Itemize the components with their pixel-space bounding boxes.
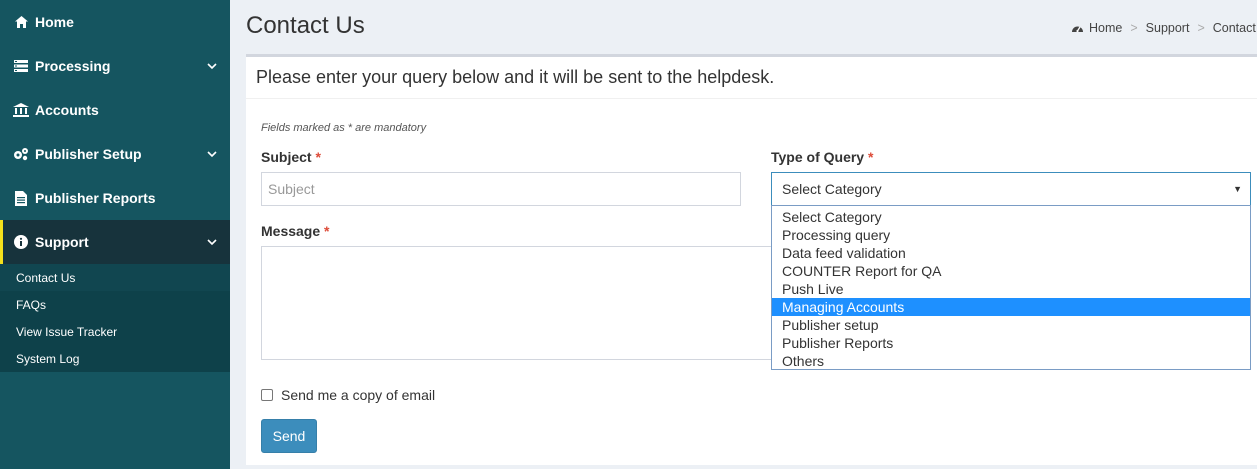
query-type-select[interactable]: Select Category ▼: [771, 172, 1251, 206]
sidebar-item-publisher-setup[interactable]: Publisher Setup: [0, 132, 230, 176]
dropdown-option[interactable]: COUNTER Report for QA: [772, 262, 1250, 280]
home-icon: [12, 14, 30, 30]
breadcrumb-separator: >: [1130, 21, 1138, 35]
subject-label-text: Subject: [261, 149, 312, 165]
subject-label: Subject *: [261, 149, 321, 165]
sidebar-item-label: Support: [35, 234, 89, 250]
file-text-icon: [12, 190, 30, 206]
submenu-item-contact-us[interactable]: Contact Us: [0, 264, 230, 291]
required-marker: *: [324, 223, 330, 239]
sidebar: Home Processing Accounts Publisher Setup…: [0, 0, 230, 469]
breadcrumb-home[interactable]: Home: [1089, 21, 1122, 35]
chevron-down-icon: [207, 239, 217, 246]
sidebar-item-label: Publisher Setup: [35, 146, 142, 162]
dropdown-option[interactable]: Publisher setup: [772, 316, 1250, 334]
dropdown-option[interactable]: Data feed validation: [772, 244, 1250, 262]
sidebar-item-accounts[interactable]: Accounts: [0, 88, 230, 132]
sidebar-item-home[interactable]: Home: [0, 0, 230, 44]
dropdown-option[interactable]: Processing query: [772, 226, 1250, 244]
list-icon: [12, 58, 30, 74]
dropdown-option[interactable]: Select Category: [772, 208, 1250, 226]
copy-email-label[interactable]: Send me a copy of email: [281, 387, 435, 403]
breadcrumb: Home > Support > Contact Us: [1071, 21, 1257, 35]
sidebar-item-label: Processing: [35, 58, 111, 74]
bank-icon: [12, 102, 30, 118]
support-submenu: Contact Us FAQs View Issue Tracker Syste…: [0, 264, 230, 372]
dropdown-option[interactable]: Push Live: [772, 280, 1250, 298]
sidebar-item-support[interactable]: Support: [0, 220, 230, 264]
required-marker: *: [867, 149, 874, 165]
main-content: Contact Us Home > Support > Contact Us P…: [230, 0, 1257, 469]
dropdown-option-highlighted[interactable]: Managing Accounts: [772, 298, 1250, 316]
dashboard-icon: [1072, 26, 1083, 33]
breadcrumb-support[interactable]: Support: [1146, 21, 1190, 35]
dropdown-arrow-icon: ▼: [1233, 184, 1242, 194]
sidebar-item-label: Accounts: [35, 102, 99, 118]
mandatory-note: Fields marked as * are mandatory: [261, 122, 427, 134]
copy-email-checkbox[interactable]: [261, 389, 273, 401]
contact-form-box: Please enter your query below and it wil…: [246, 54, 1257, 465]
send-button[interactable]: Send: [261, 419, 317, 453]
subject-input[interactable]: [261, 172, 741, 206]
query-type-dropdown-list: Select Category Processing query Data fe…: [771, 205, 1251, 370]
query-type-label: Type of Query *: [771, 149, 873, 165]
chevron-down-icon: [207, 151, 217, 158]
query-type-value: Select Category: [782, 181, 882, 197]
breadcrumb-current: Contact Us: [1212, 21, 1257, 35]
page-title: Contact Us: [246, 12, 365, 39]
form-intro: Please enter your query below and it wil…: [246, 57, 1257, 99]
info-circle-icon: [12, 234, 30, 250]
message-label-text: Message: [261, 223, 321, 239]
dropdown-option[interactable]: Publisher Reports: [772, 334, 1250, 352]
chevron-down-icon: [207, 63, 217, 70]
submenu-item-system-log[interactable]: System Log: [0, 345, 230, 372]
required-marker: *: [315, 149, 321, 165]
sidebar-item-processing[interactable]: Processing: [0, 44, 230, 88]
gears-icon: [12, 146, 30, 162]
sidebar-item-label: Publisher Reports: [35, 190, 156, 206]
breadcrumb-separator: >: [1197, 21, 1205, 35]
query-type-label-text: Type of Query: [771, 149, 865, 165]
submenu-item-faqs[interactable]: FAQs: [0, 291, 230, 318]
message-label: Message *: [261, 223, 330, 239]
submenu-item-view-issue-tracker[interactable]: View Issue Tracker: [0, 318, 230, 345]
sidebar-item-publisher-reports[interactable]: Publisher Reports: [0, 176, 230, 220]
sidebar-item-label: Home: [35, 14, 74, 30]
copy-email-row: Send me a copy of email: [261, 387, 435, 403]
dropdown-option[interactable]: Others: [772, 352, 1250, 370]
